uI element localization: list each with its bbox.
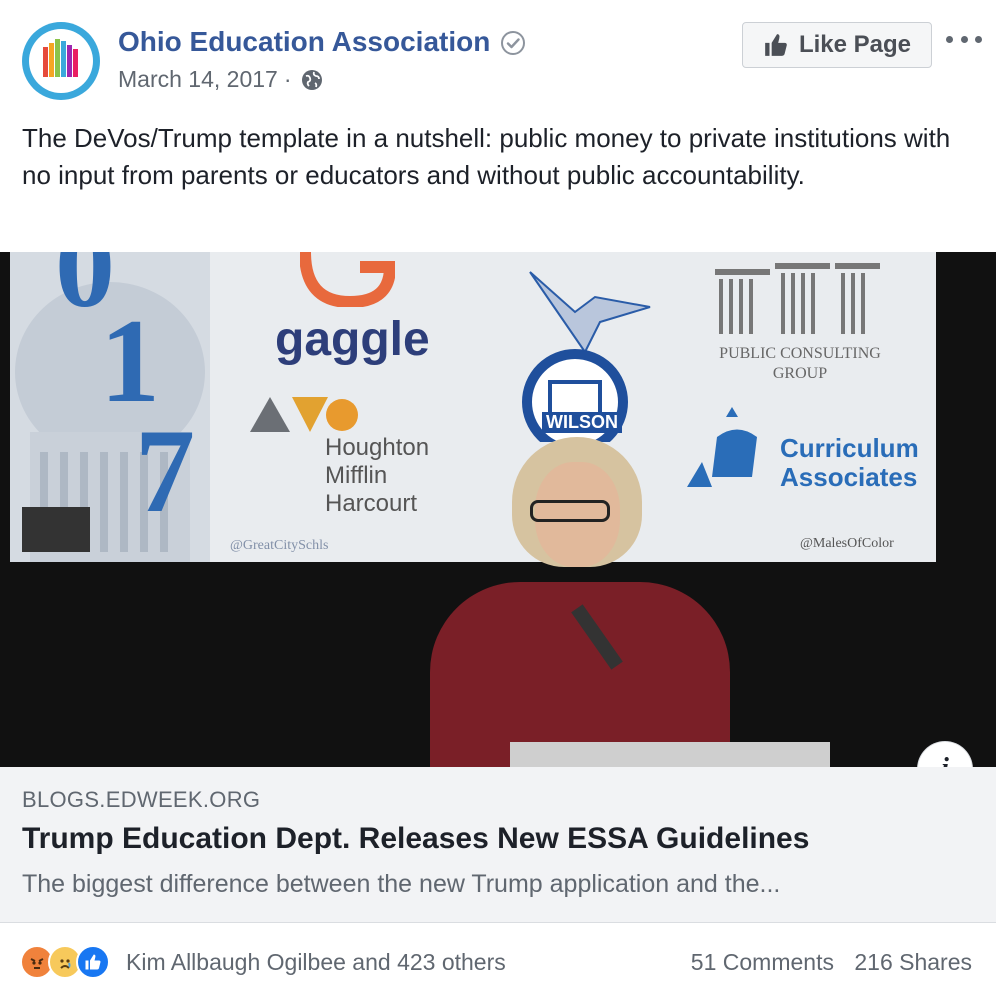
pcg-logo-text: PUBLIC CONSULTING GROUP [719,345,881,382]
reaction-icons[interactable] [20,945,110,979]
curriculum-associates-logo-icon [687,407,757,487]
post-meta: March 14, 2017 · [118,66,324,93]
curriculum-associates-logo-text: Curriculum Associates [780,433,919,492]
podium [510,742,830,767]
globe-icon[interactable] [300,68,324,92]
hmh-logo-icon [250,397,358,432]
banner-handle-left: @GreatCitySchls [230,538,329,553]
gaggle-logo-icon [300,252,395,307]
dot-icon [975,35,982,43]
wilson-logo-text: WILSON [542,412,622,433]
page-avatar[interactable] [22,22,100,100]
gaggle-logo-text: gaggle [275,313,430,366]
pcg-logo-icon [715,263,880,334]
thumbs-up-icon [765,34,787,56]
more-options-button[interactable] [946,24,982,54]
like-reaction-icon [76,945,110,979]
page-name-link[interactable]: Ohio Education Association [118,26,490,58]
dot-icon [946,35,953,43]
reactors-link[interactable]: Kim Allbaugh Ogilbee and 423 others [126,949,506,976]
post-text: The DeVos/Trump template in a nutshell: … [22,123,951,190]
hmh-logo-text: Houghton Mifflin Harcourt [325,434,430,517]
sponsor-banner: 0 1 7 gaggle Houghton Mifflin Harcourt W… [10,252,936,562]
banner-digit: 7 [135,404,195,537]
like-page-label: Like Page [798,31,912,58]
link-preview-image[interactable]: 0 1 7 gaggle Houghton Mifflin Harcourt W… [0,252,996,767]
like-page-button[interactable]: Like Page [742,22,932,68]
link-description: The biggest difference between the new T… [22,870,781,898]
link-title[interactable]: Trump Education Dept. Releases New ESSA … [22,822,809,856]
engagement-counts: 51 Comments 216 Shares [691,949,972,976]
verified-icon [501,31,525,55]
banner-handle-right: @MalesOfColor [800,536,894,551]
meta-separator: · [283,66,292,92]
post-date-link[interactable]: March 14, 2017 [118,66,278,93]
post-footer: Kim Allbaugh Ogilbee and 423 others 51 C… [0,923,996,990]
comments-count-link[interactable]: 51 Comments [691,949,834,975]
dot-icon [960,35,968,43]
shares-count-link[interactable]: 216 Shares [854,949,972,975]
link-domain: BLOGS.EDWEEK.ORG [22,787,261,812]
link-preview-card[interactable]: BLOGS.EDWEEK.ORG Trump Education Dept. R… [0,767,996,923]
speaker-glasses [530,500,610,522]
post-header: Ohio Education Association March 14, 201… [0,0,996,110]
